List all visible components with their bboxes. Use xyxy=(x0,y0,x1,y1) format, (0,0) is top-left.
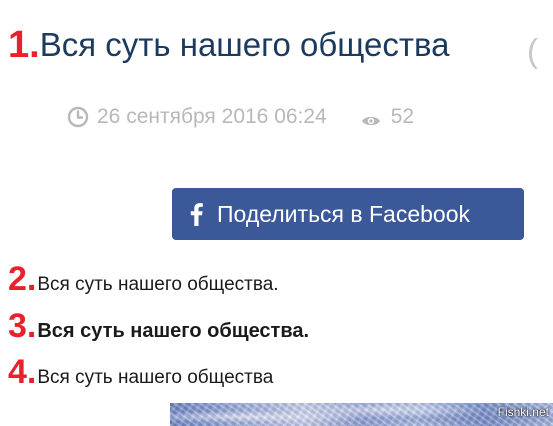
variant-row-2: 2. Вся суть нашего общества. xyxy=(8,262,279,296)
variant-text-3: Вся суть нашего общества. xyxy=(37,320,310,342)
variant-text-2: Вся суть нашего общества. xyxy=(37,274,279,295)
article-title-overflow: ( xyxy=(523,32,553,72)
article-meta: 26 сентября 2016 06:24 52 xyxy=(67,105,414,129)
article-image xyxy=(170,403,553,426)
item-number-1: 1. xyxy=(8,24,40,66)
item-number-2: 2. xyxy=(8,260,37,298)
facebook-icon xyxy=(188,202,204,226)
image-watermark: Fishki.net xyxy=(497,405,549,419)
article-image-texture xyxy=(170,403,553,426)
article-title-row: 1.Вся суть нашего общества xyxy=(8,26,449,65)
variant-row-4: 4. Вся суть нашего общества xyxy=(8,355,273,389)
item-number-4: 4. xyxy=(8,353,37,391)
clock-icon xyxy=(67,106,89,128)
share-facebook-label: Поделиться в Facebook xyxy=(217,200,471,227)
article-title[interactable]: Вся суть нашего общества xyxy=(40,26,450,63)
variant-row-3: 3. Вся суть нашего общества. xyxy=(8,309,309,343)
eye-icon xyxy=(361,110,381,126)
view-count: 52 xyxy=(390,105,415,128)
share-facebook-button[interactable]: Поделиться в Facebook xyxy=(172,188,524,240)
item-number-3: 3. xyxy=(8,307,37,345)
publish-date: 26 сентября 2016 06:24 xyxy=(97,105,327,128)
variant-text-4: Вся суть нашего общества xyxy=(37,367,274,388)
article-title-clipped-tail: ( xyxy=(527,32,538,69)
